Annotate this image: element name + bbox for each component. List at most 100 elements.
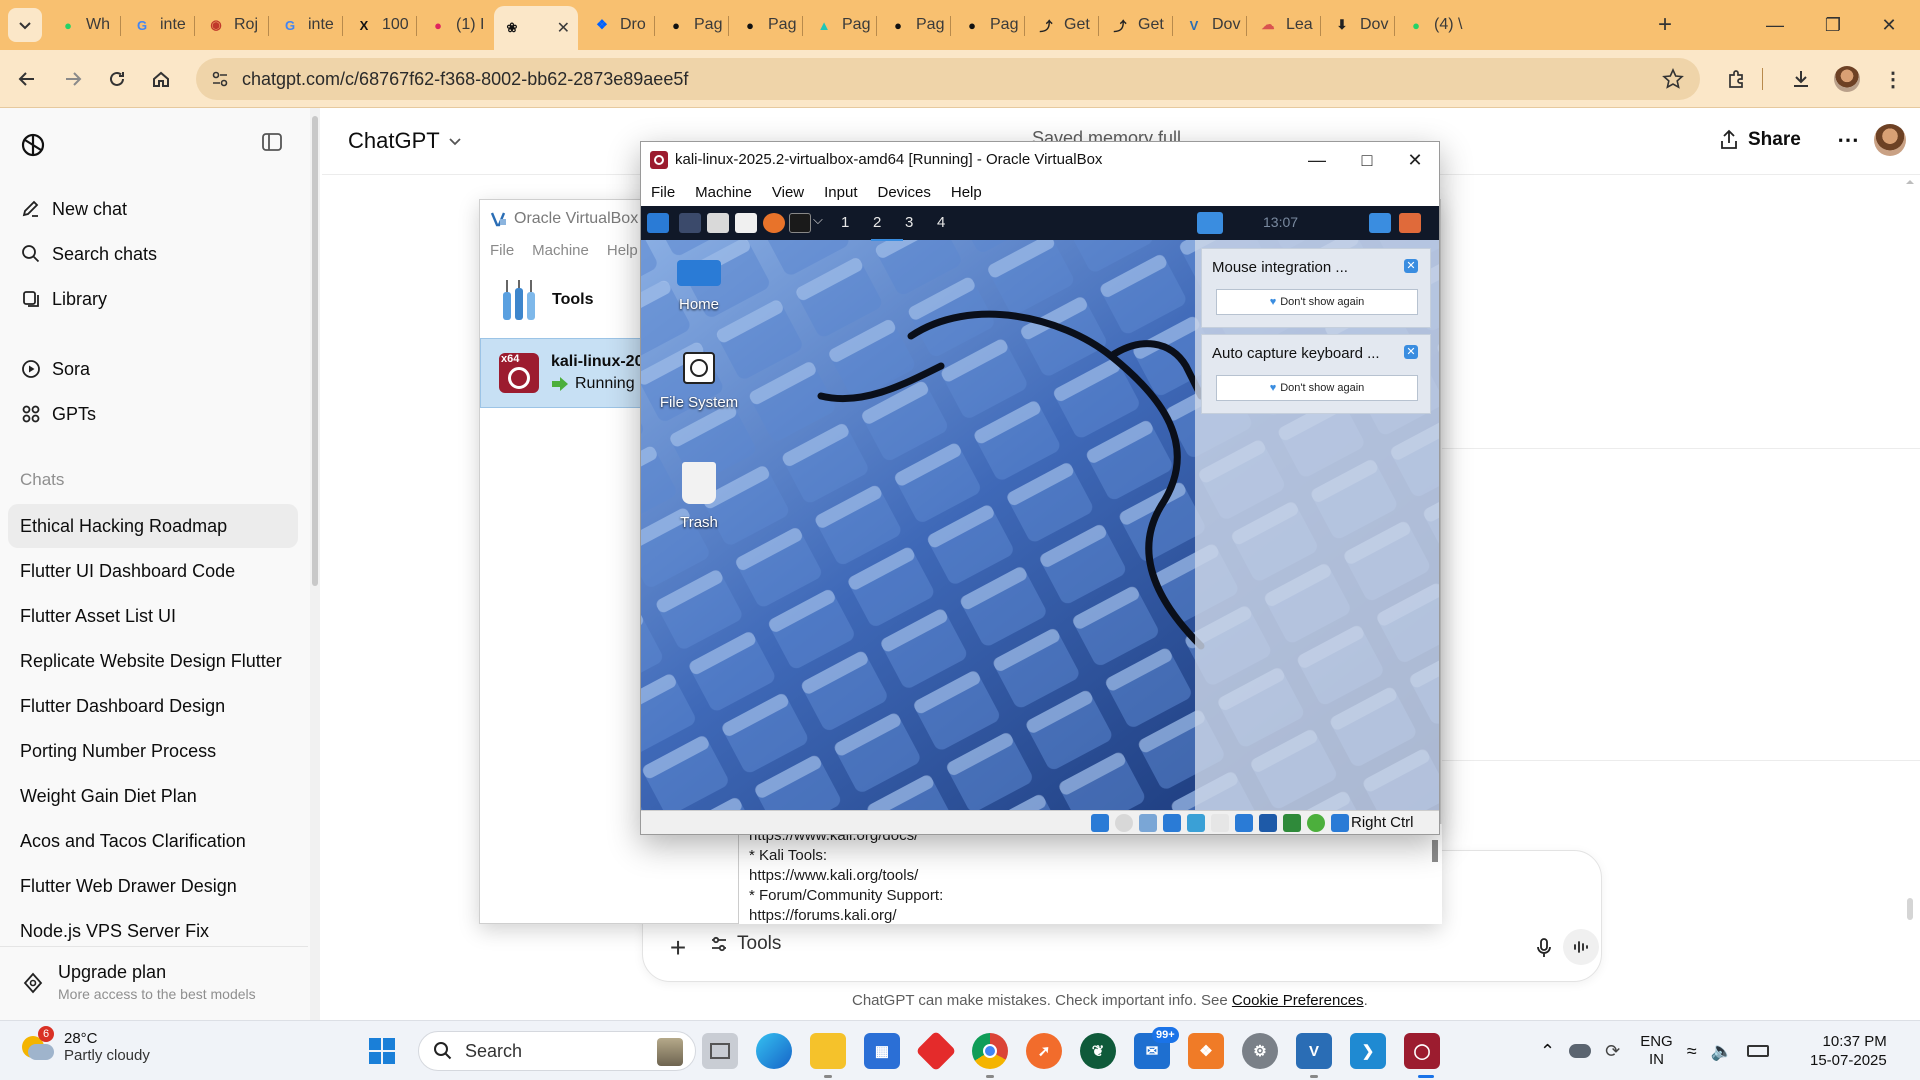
browser-tab[interactable]: ● (4) \ <box>1398 8 1466 42</box>
anydesk-button[interactable] <box>915 1030 957 1072</box>
taskbar-clock[interactable]: 10:37 PM 15-07-2025 <box>1810 1032 1887 1070</box>
vm-menu-machine[interactable]: Machine <box>685 178 762 206</box>
power-icon[interactable] <box>1399 213 1421 233</box>
cpu-icon[interactable] <box>1283 814 1301 832</box>
task-view-button[interactable] <box>702 1033 738 1069</box>
vm-menu-file[interactable]: File <box>641 178 685 206</box>
browser-tab[interactable]: ⤴ Get <box>1028 8 1096 42</box>
sidebar-scrollbar[interactable] <box>310 108 320 1020</box>
main-scrollbar[interactable] <box>1904 178 1916 1018</box>
desktop-trash-icon[interactable]: Trash <box>644 462 754 531</box>
close-icon[interactable]: ✕ <box>1404 259 1418 273</box>
kali-menu-icon[interactable] <box>647 213 669 233</box>
share-button[interactable]: Share <box>1718 122 1801 158</box>
desktop-home-icon[interactable]: Home <box>644 260 754 313</box>
close-tab-icon[interactable]: ✕ <box>557 18 570 38</box>
workspace-3[interactable]: 3 <box>905 214 913 231</box>
text-editor-icon[interactable] <box>735 213 757 233</box>
chrome-menu-button[interactable]: ⋮ <box>1876 62 1910 96</box>
edge-button[interactable] <box>756 1033 792 1069</box>
browser-tab[interactable]: ⤴ Get <box>1102 8 1170 42</box>
minimize-button[interactable]: — <box>1752 8 1798 42</box>
audio-icon[interactable] <box>1139 814 1157 832</box>
start-button[interactable] <box>364 1033 400 1069</box>
hard-disk-icon[interactable] <box>1091 814 1109 832</box>
back-button[interactable] <box>10 62 44 96</box>
network-icon[interactable] <box>1369 213 1391 233</box>
close-window-button[interactable]: ✕ <box>1866 8 1912 42</box>
mongodb-compass-button[interactable]: ❦ <box>1080 1033 1116 1069</box>
wifi-icon[interactable]: ≈ <box>1687 1041 1697 1062</box>
new-chat-button[interactable]: New chat <box>8 188 298 230</box>
xampp-button[interactable]: ❖ <box>1188 1033 1224 1069</box>
dont-show-again-button[interactable]: ♥ Don't show again <box>1216 289 1418 315</box>
model-picker[interactable]: ChatGPT <box>348 128 462 154</box>
browser-tab[interactable]: ◉ Roj <box>198 8 266 42</box>
downloads-button[interactable] <box>1784 62 1818 96</box>
taskbar-search[interactable]: Search <box>418 1031 696 1071</box>
file-manager-icon[interactable] <box>707 213 729 233</box>
browser-tab[interactable]: Ginte <box>124 8 192 42</box>
postman-button[interactable]: ➚ <box>1026 1033 1062 1069</box>
attach-button[interactable]: + <box>661 931 695 965</box>
vm-menu-input[interactable]: Input <box>814 178 867 206</box>
site-info-icon[interactable] <box>210 69 230 89</box>
chevron-up-icon[interactable]: ⌃ <box>1540 1041 1555 1062</box>
library-button[interactable]: Library <box>8 278 298 320</box>
profile-button[interactable] <box>1830 62 1864 96</box>
browser-tab[interactable]: ⬇ Dov <box>1324 8 1392 42</box>
kali-clock[interactable]: 13:07 <box>1263 214 1298 230</box>
main-scrollbar-thumb[interactable] <box>1907 898 1913 920</box>
vm-titlebar[interactable]: kali-linux-2025.2-virtualbox-amd64 [Runn… <box>641 142 1439 178</box>
openai-logo-icon[interactable] <box>18 130 48 160</box>
virtualbox-vm-window[interactable]: kali-linux-2025.2-virtualbox-amd64 [Runn… <box>640 141 1440 835</box>
chat-item[interactable]: Flutter UI Dashboard Code <box>8 549 298 593</box>
close-icon[interactable]: ✕ <box>1404 345 1418 359</box>
chat-item[interactable]: Flutter Dashboard Design <box>8 684 298 728</box>
vm-maximize-button[interactable]: □ <box>1343 142 1391 178</box>
chrome-button[interactable] <box>972 1033 1008 1069</box>
battery-icon[interactable] <box>1747 1045 1770 1057</box>
vm-menu-view[interactable]: View <box>762 178 814 206</box>
browser-tab[interactable]: ● Pag <box>732 8 800 42</box>
vm-minimize-button[interactable]: — <box>1293 142 1341 178</box>
forward-button[interactable] <box>56 62 90 96</box>
voice-mode-button[interactable] <box>1563 929 1599 965</box>
settings-button[interactable]: ⚙ <box>1242 1033 1278 1069</box>
browser-tab[interactable]: ▲ Pag <box>806 8 874 42</box>
restore-button[interactable]: ❐ <box>1810 8 1856 42</box>
sidebar-scrollbar-thumb[interactable] <box>312 116 318 586</box>
bookmark-star-icon[interactable] <box>1662 68 1684 90</box>
browser-tab[interactable]: ● Pag <box>880 8 948 42</box>
browser-tab[interactable]: ❀ ✕ <box>494 6 578 50</box>
desktop-filesystem-icon[interactable]: File System <box>644 352 754 411</box>
scroll-up-arrow-icon[interactable] <box>1906 178 1914 186</box>
vm-menu-devices[interactable]: Devices <box>868 178 941 206</box>
vm-menu-help[interactable]: Help <box>941 178 992 206</box>
browser-tab[interactable]: V Dov <box>1176 8 1244 42</box>
extensions-button[interactable] <box>1720 62 1754 96</box>
toggle-sidebar-icon[interactable] <box>260 130 284 154</box>
reload-button[interactable] <box>100 62 134 96</box>
shared-folders-icon[interactable] <box>1211 814 1229 832</box>
new-tab-button[interactable]: + <box>1648 8 1682 42</box>
upgrade-plan-button[interactable]: Upgrade plan More access to the best mod… <box>8 954 298 1012</box>
notification-icon[interactable] <box>1197 212 1223 234</box>
home-button[interactable] <box>144 62 178 96</box>
chat-item[interactable]: Acos and Tacos Clarification <box>8 819 298 863</box>
volume-icon[interactable]: 🔈 <box>1711 1041 1733 1062</box>
cookie-preferences-link[interactable]: Cookie Preferences <box>1232 992 1364 1009</box>
browser-tab[interactable]: ● Pag <box>954 8 1022 42</box>
outlook-button[interactable]: ✉ 99+ <box>1134 1027 1179 1069</box>
keyboard-capture-icon[interactable] <box>1331 814 1349 832</box>
tools-button[interactable]: Tools <box>709 933 781 955</box>
kali-vm-taskbar-button[interactable]: ◯ <box>1404 1033 1440 1069</box>
browser-tab[interactable]: ● Pag <box>658 8 726 42</box>
chat-item[interactable]: Flutter Web Drawer Design <box>8 864 298 908</box>
dont-show-again-button[interactable]: ♥ Don't show again <box>1216 375 1418 401</box>
output-scrollbar[interactable] <box>1432 840 1438 862</box>
show-desktop-icon[interactable] <box>679 213 701 233</box>
search-chats-button[interactable]: Search chats <box>8 233 298 275</box>
tab-search-button[interactable] <box>8 8 42 42</box>
browser-tab[interactable]: ☁ Lea <box>1250 8 1318 42</box>
